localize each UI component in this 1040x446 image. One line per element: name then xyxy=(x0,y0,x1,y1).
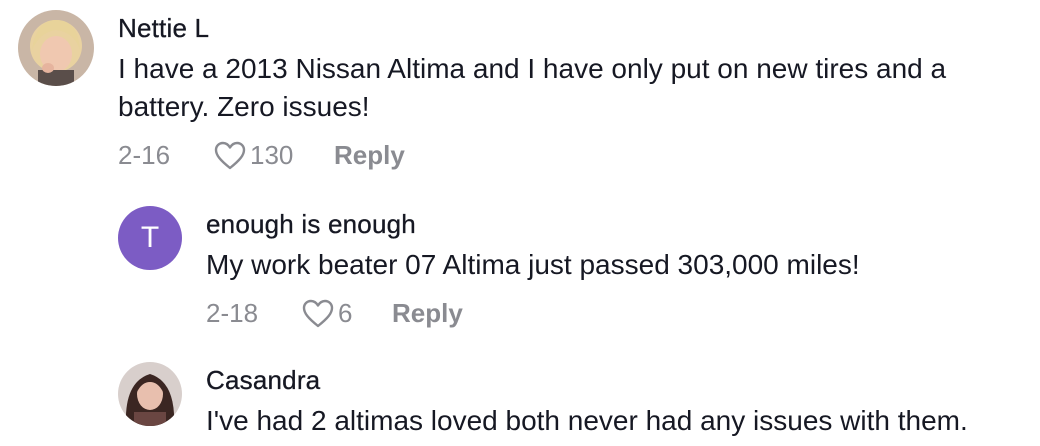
avatar[interactable] xyxy=(18,10,94,86)
comment-username[interactable]: Casandra xyxy=(206,364,968,396)
avatar-photo xyxy=(118,362,182,426)
comment-text: I've had 2 altimas loved both never had … xyxy=(206,405,968,436)
heart-outline-icon xyxy=(302,299,334,327)
avatar[interactable]: T xyxy=(118,206,182,270)
avatar-letter: T xyxy=(140,221,160,254)
comment-date: 2-18 xyxy=(206,298,259,328)
reply-button[interactable]: Reply xyxy=(392,298,463,329)
like-count: 130 xyxy=(250,140,294,170)
like-button[interactable]: 130 xyxy=(214,140,334,171)
comment-item: Casandra I've had 2 altimas loved both n… xyxy=(118,362,968,440)
comment-meta: 2-16 130 Reply xyxy=(118,140,998,171)
comment-item: T enough is enough My work beater 07 Alt… xyxy=(118,206,860,329)
comment-username[interactable]: Nettie L xyxy=(118,12,998,44)
like-button[interactable]: 6 xyxy=(302,298,392,329)
comment-item: Nettie L I have a 2013 Nissan Altima and… xyxy=(18,10,998,171)
like-count: 6 xyxy=(338,298,353,328)
avatar-photo xyxy=(18,10,94,86)
comment-text: My work beater 07 Altima just passed 303… xyxy=(206,249,860,280)
comment-username[interactable]: enough is enough xyxy=(206,208,860,240)
reply-button[interactable]: Reply xyxy=(334,140,405,171)
comment-date: 2-16 xyxy=(118,140,171,170)
comment-text: I have a 2013 Nissan Altima and I have o… xyxy=(118,53,947,122)
avatar[interactable] xyxy=(118,362,182,426)
comment-meta: 2-18 6 Reply xyxy=(206,298,860,329)
heart-outline-icon xyxy=(214,141,246,169)
